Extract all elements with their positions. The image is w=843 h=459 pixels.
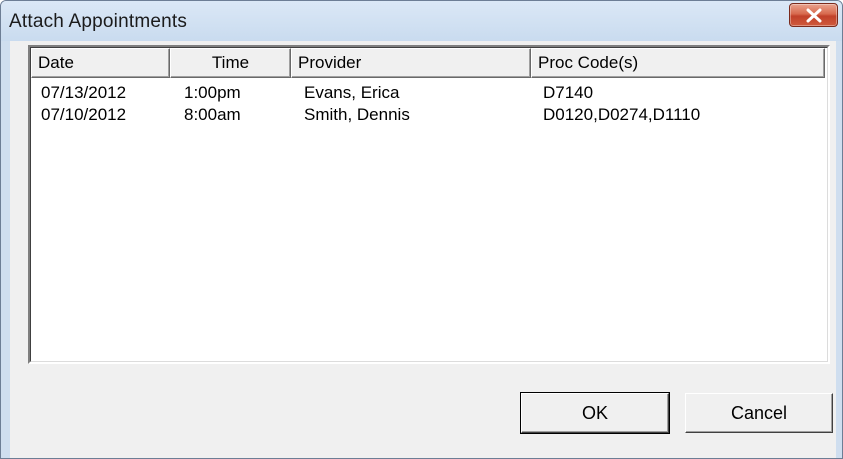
cell-date: 07/10/2012 xyxy=(41,105,127,124)
cell-provider: Smith, Dennis xyxy=(304,105,410,124)
appointments-list[interactable]: Date Time Provider Proc Code(s) 07/13/20… xyxy=(28,45,830,364)
table-row[interactable]: 07/13/2012 1:00pm Evans, Erica D7140 xyxy=(31,81,827,105)
column-header-proc-codes[interactable]: Proc Code(s) xyxy=(531,48,825,78)
cell-proc-codes: D7140 xyxy=(543,83,594,102)
cell-date: 07/13/2012 xyxy=(41,83,127,102)
cell-provider: Evans, Erica xyxy=(304,83,400,102)
cell-proc-codes: D0120,D0274,D1110 xyxy=(543,105,701,124)
cell-time: 1:00pm xyxy=(184,83,241,102)
column-header-date[interactable]: Date xyxy=(31,48,170,78)
cancel-button[interactable]: Cancel xyxy=(685,393,833,433)
attach-appointments-dialog: Attach Appointments Date Time Provider P… xyxy=(0,0,843,459)
column-header-time[interactable]: Time xyxy=(170,48,291,78)
close-icon xyxy=(806,8,822,23)
title-bar[interactable]: Attach Appointments xyxy=(1,1,842,41)
column-header-provider[interactable]: Provider xyxy=(291,48,531,78)
cell-time: 8:00am xyxy=(184,105,241,124)
list-header: Date Time Provider Proc Code(s) xyxy=(31,48,827,78)
table-row[interactable]: 07/10/2012 8:00am Smith, Dennis D0120,D0… xyxy=(31,103,827,127)
ok-button[interactable]: OK xyxy=(521,393,669,433)
window-title: Attach Appointments xyxy=(9,11,188,32)
close-button[interactable] xyxy=(789,3,838,27)
